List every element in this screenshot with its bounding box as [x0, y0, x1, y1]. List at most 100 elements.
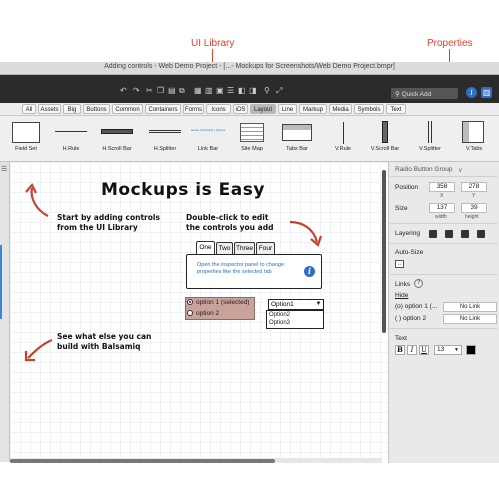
- v-scroll-bar-icon[interactable]: [382, 121, 388, 143]
- combo-option-3[interactable]: Option3: [269, 320, 290, 326]
- inspector-panel-icon[interactable]: ▥: [481, 87, 492, 98]
- inspector-control-name: Radio Button Group: [395, 166, 453, 173]
- library-item-label: Site Map: [241, 146, 263, 152]
- library-item-label: H.Splitter: [153, 146, 177, 152]
- underline-button[interactable]: U: [419, 345, 429, 355]
- note-library[interactable]: Start by adding controls from the UI Lib…: [57, 213, 160, 233]
- sidebar-menu-icon[interactable]: ☰: [1, 165, 7, 173]
- link-row-2-select[interactable]: No Link: [443, 314, 497, 324]
- send-backward-icon[interactable]: [461, 230, 469, 238]
- tabs-bar-icon[interactable]: [282, 124, 312, 141]
- library-item-label: V.Splitter: [419, 146, 441, 152]
- filter-tab-buttons[interactable]: Buttons: [83, 104, 110, 114]
- note-library-line-1: Start by adding controls: [57, 213, 160, 222]
- arrow-to-sidebar-icon: [24, 338, 53, 362]
- italic-button[interactable]: I: [407, 345, 417, 355]
- note-edit[interactable]: Double-click to edit the controls you ad…: [186, 213, 273, 233]
- tab-four[interactable]: Four: [256, 242, 275, 254]
- filter-tab-big[interactable]: Big: [63, 104, 81, 114]
- inspector-separator: [390, 176, 497, 177]
- canvas-vertical-scrollbar[interactable]: [382, 170, 386, 333]
- info-icon[interactable]: i: [466, 87, 477, 98]
- arrow-to-tabs-icon: [289, 220, 323, 247]
- filter-tab-text[interactable]: Text: [386, 104, 406, 114]
- redo-icon[interactable]: ↷: [133, 87, 140, 95]
- filter-tab-containers[interactable]: Containers: [145, 104, 181, 114]
- inspector-separator: [390, 274, 497, 275]
- send-to-back-icon[interactable]: [477, 230, 485, 238]
- tab-two[interactable]: Two: [216, 242, 233, 254]
- library-item-label: V.Tabs: [465, 146, 483, 152]
- filter-tab-icons[interactable]: Icons: [206, 104, 231, 114]
- radio-option-1[interactable]: option 1 (selected): [187, 299, 249, 306]
- mockup-title[interactable]: Mockups is Easy: [101, 180, 265, 200]
- position-y-field[interactable]: 278: [461, 182, 487, 192]
- filter-tab-assets[interactable]: Assets: [38, 104, 61, 114]
- filter-tab-layout[interactable]: Layout: [250, 104, 276, 114]
- filter-tab-forms[interactable]: Forms: [183, 104, 204, 114]
- link-bar-icon[interactable]: Home | Products | Xtreme | Cool Stuff: [191, 128, 225, 132]
- font-size-select[interactable]: 13 ▼: [434, 345, 462, 355]
- paste-icon[interactable]: ▤: [168, 87, 176, 95]
- tab-three[interactable]: Three: [234, 242, 255, 254]
- lock-icon[interactable]: ▣: [216, 87, 224, 95]
- filter-tab-symbols[interactable]: Symbols: [354, 104, 384, 114]
- tab-one[interactable]: One: [196, 241, 215, 254]
- copy-icon[interactable]: ❐: [157, 87, 164, 95]
- autosize-label: Auto-Size: [395, 249, 424, 256]
- ui-library-callout: UI Library: [191, 38, 235, 49]
- note-balsamiq-line-1: See what else you can: [57, 332, 152, 341]
- size-width-field[interactable]: 137: [429, 203, 455, 213]
- cut-icon[interactable]: ✂: [146, 87, 153, 95]
- text-color-swatch[interactable]: [466, 345, 476, 355]
- width-label: width: [435, 214, 447, 220]
- inspector-separator: [390, 223, 497, 224]
- radio-option-2[interactable]: option 2: [187, 310, 219, 317]
- size-height-field[interactable]: 39: [461, 203, 487, 213]
- v-rule-icon[interactable]: [343, 122, 344, 144]
- font-size-value: 13: [437, 346, 445, 353]
- duplicate-icon[interactable]: ⧉: [179, 87, 185, 95]
- filter-tab-common[interactable]: Common: [112, 104, 143, 114]
- bold-button[interactable]: B: [395, 345, 405, 355]
- filter-tab-media[interactable]: Media: [329, 104, 352, 114]
- align-icon[interactable]: ☰: [227, 87, 234, 95]
- v-tabs-icon[interactable]: [462, 121, 484, 143]
- quick-add-input[interactable]: ⚲ Quick Add: [391, 88, 458, 99]
- position-x-field[interactable]: 358: [429, 182, 455, 192]
- text-label: Text: [395, 335, 407, 342]
- field-set-icon[interactable]: [12, 122, 40, 143]
- v-splitter-icon[interactable]: [428, 121, 432, 143]
- site-map-icon[interactable]: [240, 123, 264, 142]
- link-row-1-select[interactable]: No Link: [443, 302, 497, 312]
- position-label: Position: [395, 184, 419, 191]
- autosize-icon[interactable]: ↔: [395, 260, 404, 268]
- h-splitter-icon[interactable]: [149, 130, 181, 133]
- help-icon[interactable]: ?: [414, 279, 423, 288]
- inspector-dropdown-icon[interactable]: ∨: [458, 166, 463, 174]
- height-label: height: [465, 214, 479, 220]
- filter-tab-ios[interactable]: iOS: [233, 104, 248, 114]
- filter-tab-line[interactable]: Line: [278, 104, 297, 114]
- info-icon: i: [304, 266, 315, 277]
- library-item-label: Link Bar: [197, 146, 219, 152]
- ungroup-icon[interactable]: ▥: [205, 87, 213, 95]
- bring-front-icon[interactable]: ◨: [249, 87, 257, 95]
- hide-link[interactable]: Hide: [395, 292, 408, 299]
- filter-tab-markup[interactable]: Markup: [299, 104, 327, 114]
- undo-icon[interactable]: ↶: [120, 87, 127, 95]
- fullscreen-icon[interactable]: ⤢: [276, 87, 282, 95]
- arrow-to-library-icon: [25, 183, 49, 217]
- h-scroll-bar-icon[interactable]: [101, 129, 133, 134]
- filter-tab-all[interactable]: All: [22, 104, 36, 114]
- note-balsamiq[interactable]: See what else you can build with Balsami…: [57, 332, 151, 352]
- bring-forward-icon[interactable]: [445, 230, 453, 238]
- combo-option-2[interactable]: Option2: [269, 312, 290, 318]
- bring-to-front-icon[interactable]: [429, 230, 437, 238]
- screenshot: UI Library Properties Adding controls - …: [0, 0, 499, 499]
- send-back-icon[interactable]: ◧: [238, 87, 246, 95]
- h-rule-icon[interactable]: [55, 131, 87, 132]
- group-icon[interactable]: ▦: [194, 87, 202, 95]
- search-icon[interactable]: ⚲: [264, 87, 270, 95]
- chevron-down-icon[interactable]: ▼: [314, 300, 323, 309]
